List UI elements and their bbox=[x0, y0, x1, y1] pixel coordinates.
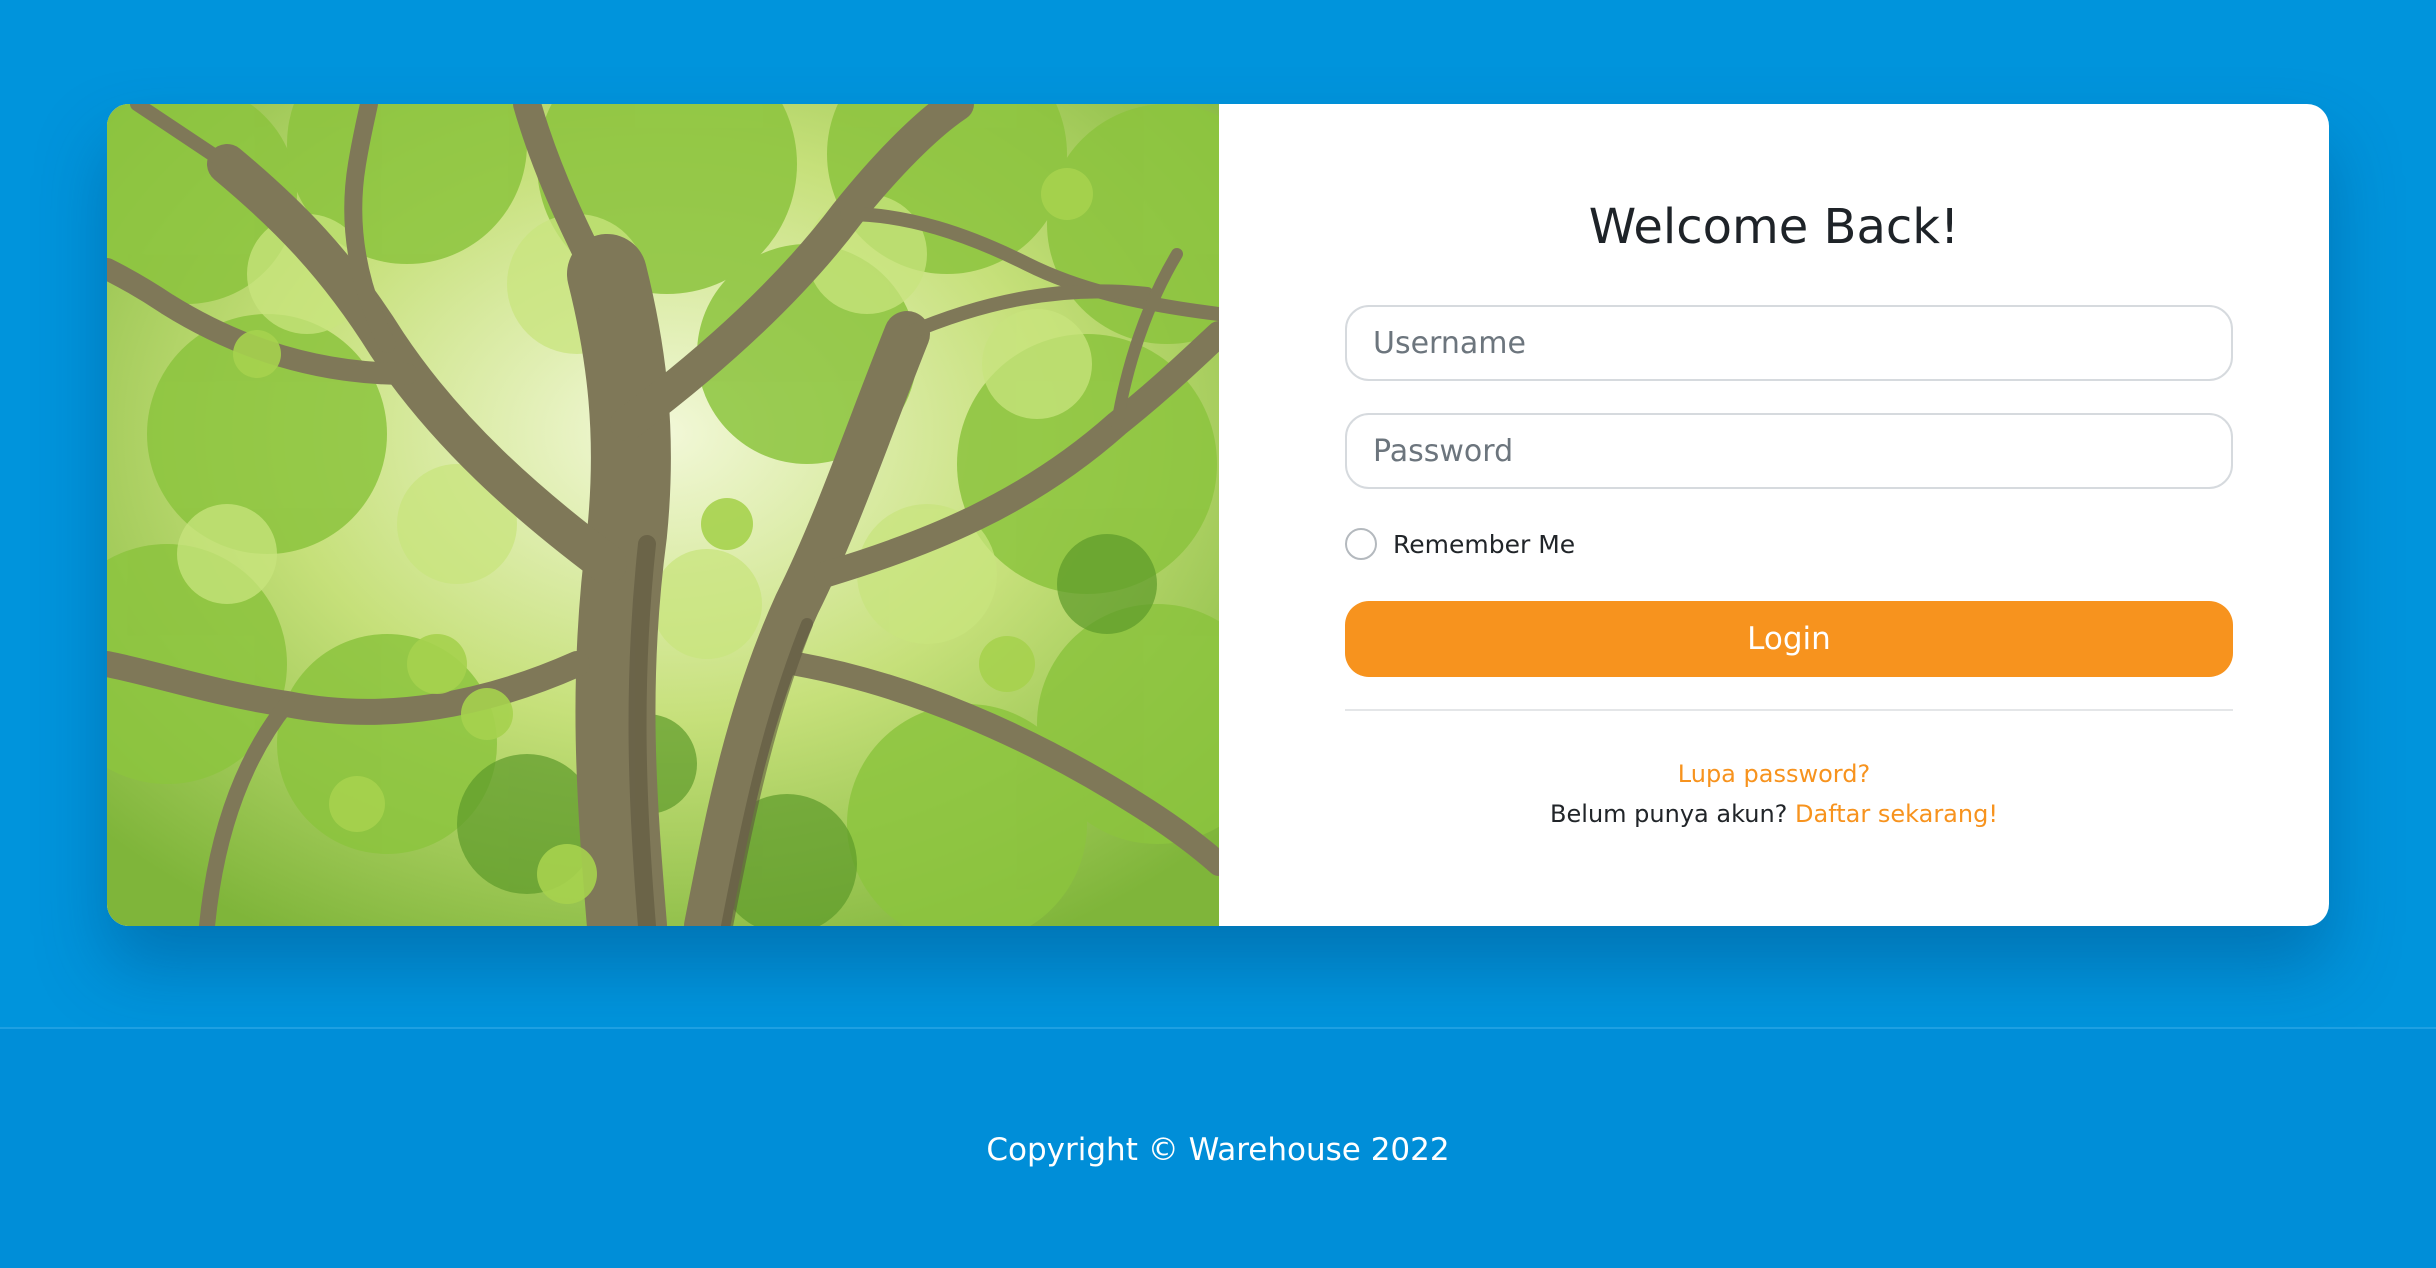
username-input[interactable] bbox=[1345, 305, 2233, 381]
register-link[interactable]: Daftar sekarang! bbox=[1795, 800, 1998, 828]
login-form: Welcome Back! Remember Me Login Lupa pas… bbox=[1219, 104, 2329, 926]
login-card: Welcome Back! Remember Me Login Lupa pas… bbox=[107, 104, 2329, 926]
page-title: Welcome Back! bbox=[1588, 199, 1960, 255]
divider bbox=[1345, 709, 2233, 711]
password-input[interactable] bbox=[1345, 413, 2233, 489]
forgot-password-link[interactable]: Lupa password? bbox=[1678, 760, 1870, 788]
hero-image bbox=[107, 104, 1219, 926]
remember-me-radio[interactable] bbox=[1345, 528, 1377, 560]
remember-me-checkbox[interactable]: Remember Me bbox=[1345, 528, 1575, 560]
remember-me-label: Remember Me bbox=[1393, 529, 1576, 559]
login-button[interactable]: Login bbox=[1345, 601, 2233, 677]
register-prompt: Belum punya akun? bbox=[1550, 800, 1788, 828]
tree-canopy-image bbox=[107, 104, 1219, 926]
login-page: Welcome Back! Remember Me Login Lupa pas… bbox=[0, 0, 2436, 1268]
auth-links: Lupa password? Belum punya akun? Daftar … bbox=[1219, 754, 2329, 834]
copyright-text: Copyright © Warehouse 2022 bbox=[986, 1132, 1450, 1168]
